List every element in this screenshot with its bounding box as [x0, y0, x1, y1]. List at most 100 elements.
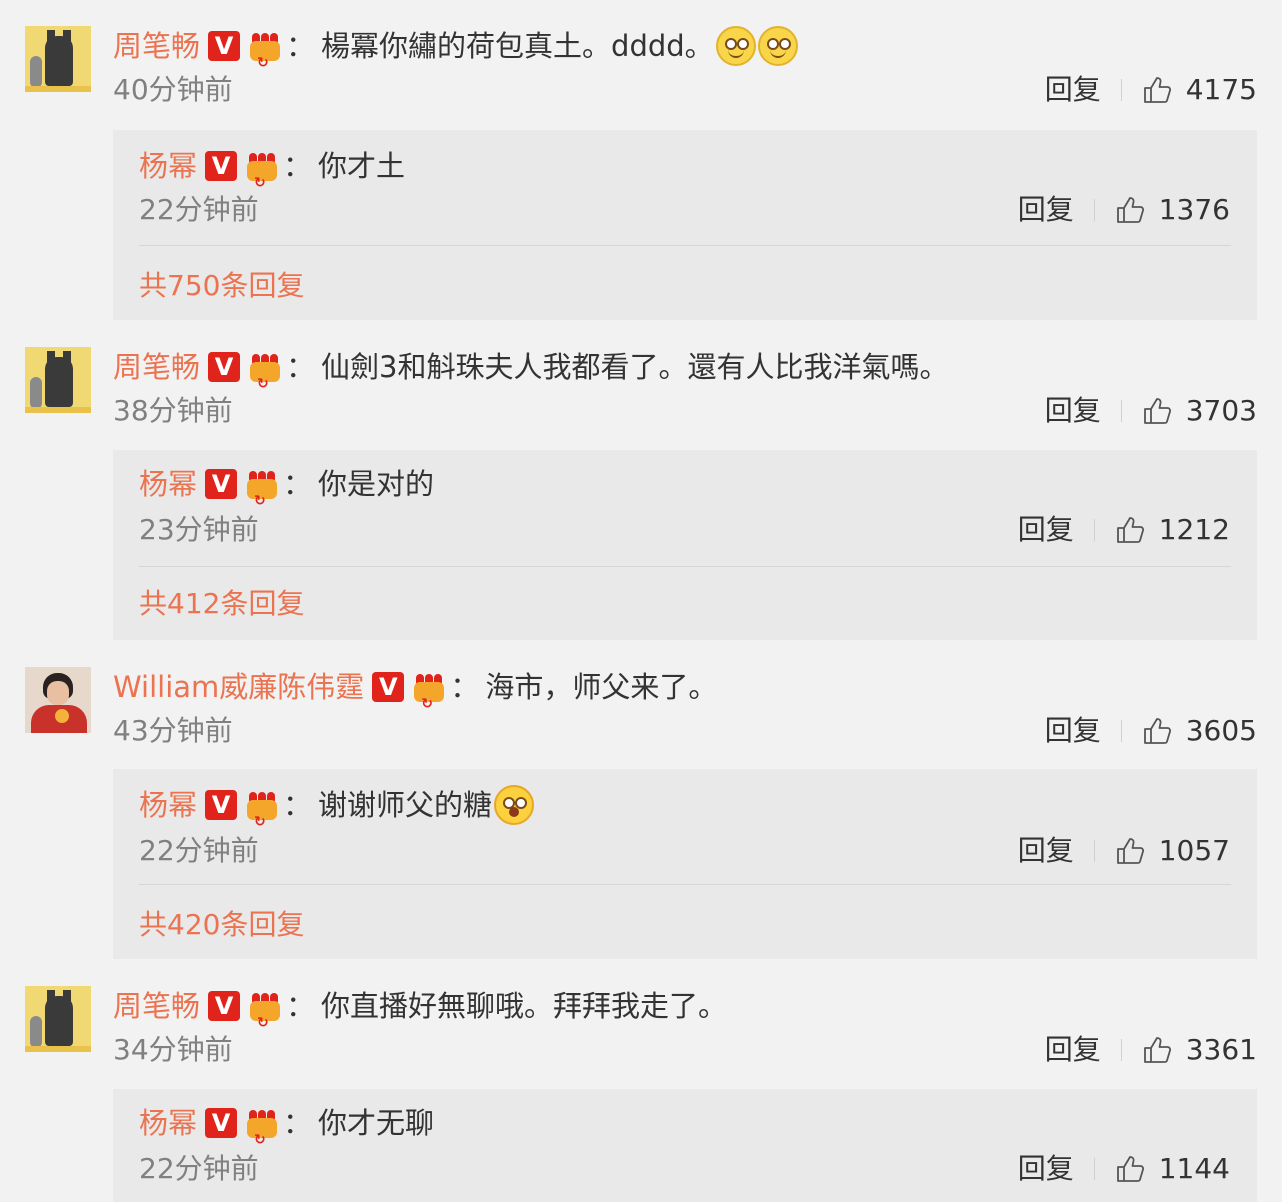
comment-text: 海市，师父来了。 — [485, 670, 718, 704]
divider — [1093, 1158, 1095, 1180]
verified-badge: V — [208, 352, 241, 382]
comment-text: 楊冪你繡的荷包真土。dddd。 — [321, 29, 714, 63]
comment-actions: 回复 4175 — [1045, 70, 1257, 110]
reply-thread: 杨幂 V ↻ ： 你才土 22分钟前 回复 1376 共750条回复 — [113, 130, 1257, 320]
reply-button[interactable]: 回复 — [1045, 1030, 1101, 1070]
comment-actions: 回复 3605 — [1045, 711, 1257, 751]
verified-badge: V — [205, 469, 238, 499]
thumbs-up-icon[interactable] — [1142, 716, 1172, 746]
like-count: 1057 — [1158, 834, 1230, 867]
username-link[interactable]: 杨幂 — [139, 464, 197, 504]
vip-crown-icon: ↻ — [245, 469, 279, 509]
timestamp: 22分钟前 — [139, 1152, 259, 1185]
divider — [139, 566, 1231, 567]
reply-thread: 杨幂 V ↻ ： 你才无聊 22分钟前 回复 1144 — [113, 1089, 1257, 1202]
divider — [1093, 199, 1095, 221]
comment-actions: 回复 3703 — [1045, 391, 1257, 431]
thumbs-up-icon[interactable] — [1115, 1154, 1145, 1184]
reply-text: 你才土 — [318, 149, 406, 183]
reply-button[interactable]: 回复 — [1018, 831, 1074, 871]
timestamp: 22分钟前 — [139, 834, 259, 867]
vip-crown-icon: ↻ — [245, 790, 279, 830]
username-link[interactable]: 周笔畅 — [113, 986, 200, 1026]
comment-header: 周笔畅 V ↻ ： 你直播好無聊哦。拜拜我走了。 — [113, 986, 728, 1031]
reply-button[interactable]: 回复 — [1018, 510, 1074, 550]
divider — [139, 245, 1231, 246]
like-count: 3361 — [1185, 1033, 1257, 1066]
verified-badge: V — [372, 672, 405, 702]
reply-actions: 回复 1144 — [1018, 1149, 1230, 1189]
thumbs-up-icon[interactable] — [1115, 836, 1145, 866]
reply-text: 谢谢师父的糖 — [318, 788, 493, 822]
reply-button[interactable]: 回复 — [1018, 190, 1074, 230]
smile-emoji-icon — [757, 26, 798, 66]
thumbs-up-icon[interactable] — [1142, 396, 1172, 426]
comment-header: 周笔畅 V ↻ ： 楊冪你繡的荷包真土。dddd。 — [113, 26, 798, 71]
vip-crown-icon: ↻ — [245, 1108, 279, 1148]
thumbs-up-icon[interactable] — [1142, 75, 1172, 105]
reply-button[interactable]: 回复 — [1045, 391, 1101, 431]
view-all-replies-link[interactable]: 共750条回复 — [139, 266, 304, 306]
avatar[interactable] — [25, 667, 91, 733]
reply-actions: 回复 1212 — [1018, 510, 1230, 550]
vip-crown-icon: ↻ — [248, 31, 282, 71]
view-all-replies-link[interactable]: 共420条回复 — [139, 905, 304, 945]
timestamp: 22分钟前 — [139, 193, 259, 226]
thumbs-up-icon[interactable] — [1115, 195, 1145, 225]
vip-crown-icon: ↻ — [245, 151, 279, 191]
username-link[interactable]: 周笔畅 — [113, 26, 200, 66]
surprised-emoji-icon — [494, 785, 535, 825]
avatar[interactable] — [25, 26, 91, 92]
timestamp: 38分钟前 — [113, 394, 233, 427]
like-count: 4175 — [1185, 73, 1257, 106]
username-link[interactable]: 周笔畅 — [113, 347, 200, 387]
reply-header: 杨幂 V ↻ ： 你才土 — [139, 146, 406, 191]
thumbs-up-icon[interactable] — [1142, 1035, 1172, 1065]
reply-button[interactable]: 回复 — [1018, 1149, 1074, 1189]
username-link[interactable]: William威廉陈伟霆 — [113, 667, 364, 707]
reply-text: 你是对的 — [318, 467, 435, 501]
avatar[interactable] — [25, 347, 91, 413]
reply-button[interactable]: 回复 — [1045, 711, 1101, 751]
divider — [1120, 720, 1122, 742]
comment-text: 你直播好無聊哦。拜拜我走了。 — [321, 989, 728, 1023]
reply-text: 你才无聊 — [318, 1106, 435, 1140]
comment-text: 仙劍3和斛珠夫人我都看了。還有人比我洋氣嗎。 — [321, 350, 949, 384]
divider — [139, 884, 1231, 885]
comment-header: William威廉陈伟霆 V ↻ ： 海市，师父来了。 — [113, 667, 718, 712]
timestamp: 23分钟前 — [139, 513, 259, 546]
reply-header: 杨幂 V ↻ ： 谢谢师父的糖 — [139, 785, 535, 830]
vip-crown-icon: ↻ — [248, 352, 282, 392]
username-link[interactable]: 杨幂 — [139, 1103, 197, 1143]
vip-crown-icon: ↻ — [412, 672, 446, 712]
verified-badge: V — [205, 790, 238, 820]
verified-badge: V — [205, 151, 238, 181]
timestamp: 40分钟前 — [113, 73, 233, 106]
like-count: 1376 — [1158, 193, 1230, 226]
username-link[interactable]: 杨幂 — [139, 785, 197, 825]
like-count: 1144 — [1158, 1152, 1230, 1185]
divider — [1120, 400, 1122, 422]
divider — [1120, 79, 1122, 101]
username-link[interactable]: 杨幂 — [139, 146, 197, 186]
like-count: 1212 — [1158, 513, 1230, 546]
avatar[interactable] — [25, 986, 91, 1052]
reply-actions: 回复 1057 — [1018, 831, 1230, 871]
reply-header: 杨幂 V ↻ ： 你是对的 — [139, 464, 435, 509]
comment-actions: 回复 3361 — [1045, 1030, 1257, 1070]
like-count: 3703 — [1185, 394, 1257, 427]
timestamp: 43分钟前 — [113, 714, 233, 747]
like-count: 3605 — [1185, 714, 1257, 747]
reply-header: 杨幂 V ↻ ： 你才无聊 — [139, 1103, 435, 1148]
timestamp: 34分钟前 — [113, 1033, 233, 1066]
divider — [1120, 1039, 1122, 1061]
reply-thread: 杨幂 V ↻ ： 你是对的 23分钟前 回复 1212 共412条回复 — [113, 450, 1257, 640]
reply-thread: 杨幂 V ↻ ： 谢谢师父的糖 22分钟前 回复 1057 共420条回复 — [113, 769, 1257, 959]
verified-badge: V — [208, 31, 241, 61]
reply-button[interactable]: 回复 — [1045, 70, 1101, 110]
thumbs-up-icon[interactable] — [1115, 515, 1145, 545]
comment-header: 周笔畅 V ↻ ： 仙劍3和斛珠夫人我都看了。還有人比我洋氣嗎。 — [113, 347, 949, 392]
divider — [1093, 519, 1095, 541]
smile-emoji-icon — [715, 26, 756, 66]
view-all-replies-link[interactable]: 共412条回复 — [139, 584, 304, 624]
